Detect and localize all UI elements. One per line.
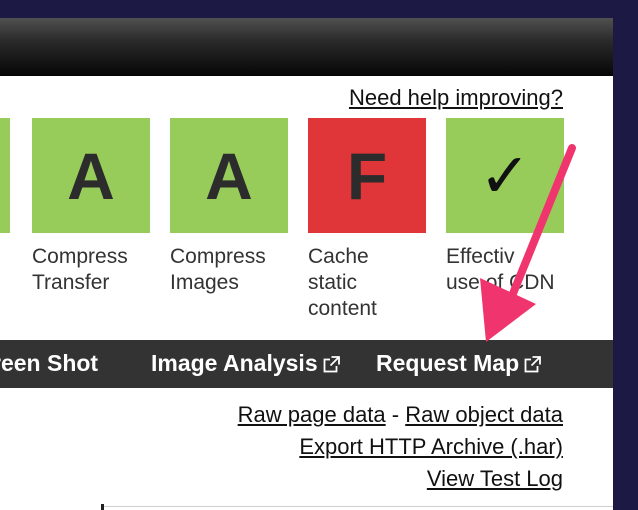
annotation-arrow [480, 144, 576, 342]
